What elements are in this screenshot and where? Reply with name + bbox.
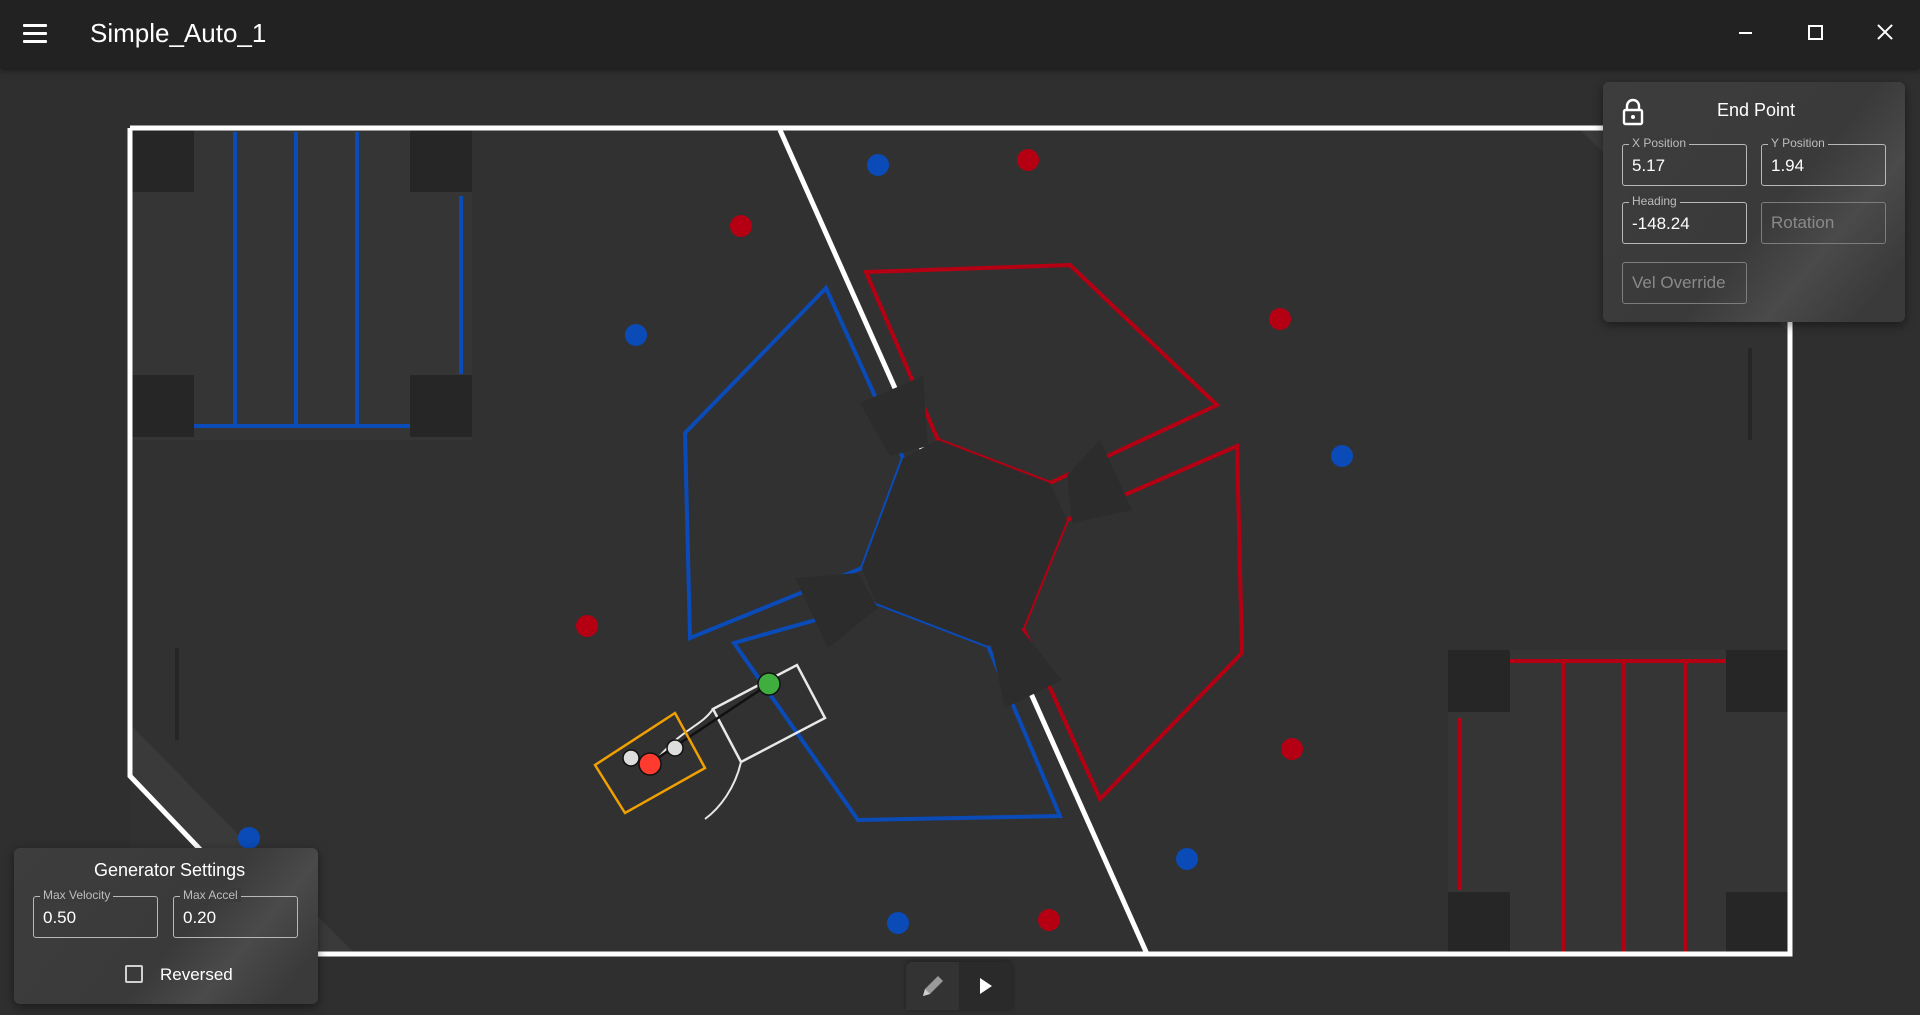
rotation-placeholder: Rotation	[1771, 213, 1835, 232]
control-point[interactable]	[622, 749, 640, 767]
end-point-title: End Point	[1717, 100, 1796, 120]
vel-override-field[interactable]: Vel Override	[1622, 262, 1747, 304]
lock-icon[interactable]	[1621, 98, 1645, 126]
title-bar: Simple_Auto_1	[0, 0, 1920, 68]
play-icon	[980, 978, 992, 994]
minimize-icon[interactable]	[1722, 12, 1768, 52]
generator-settings-title: Generator Settings	[94, 860, 246, 880]
close-icon[interactable]	[1862, 12, 1908, 52]
bottom-toolbar	[906, 962, 1012, 1010]
rotation-field[interactable]: Rotation	[1761, 202, 1886, 244]
max-velocity-value: 0.50	[43, 908, 77, 927]
pencil-icon	[923, 976, 943, 996]
edit-button[interactable]	[906, 962, 959, 1010]
max-accel-value: 0.20	[183, 908, 217, 927]
generator-settings-panel: Generator Settings Max Velocity 0.50 Max…	[14, 848, 318, 1004]
max-velocity-field[interactable]: Max Velocity 0.50	[33, 888, 158, 938]
wall-marker	[1748, 348, 1752, 440]
red-hangar	[1448, 650, 1788, 954]
max-accel-label: Max Accel	[180, 888, 241, 902]
play-button[interactable]	[959, 962, 1012, 1010]
y-position-label: Y Position	[1768, 136, 1828, 150]
reversed-checkbox[interactable]	[125, 965, 143, 983]
start-point[interactable]	[638, 752, 662, 776]
reversed-label: Reversed	[160, 965, 233, 984]
y-position-value: 1.94	[1771, 156, 1805, 175]
end-point-panel: End Point X Position 5.17 Y Position 1.9…	[1603, 82, 1905, 322]
maximize-icon[interactable]	[1792, 12, 1838, 52]
window-title: Simple_Auto_1	[90, 18, 267, 48]
vel-override-placeholder: Vel Override	[1632, 273, 1726, 292]
blue-hangar	[132, 130, 472, 440]
max-velocity-label: Max Velocity	[40, 888, 114, 902]
heading-value: -148.24	[1632, 214, 1690, 233]
heading-field[interactable]: Heading -148.24	[1622, 194, 1747, 244]
control-point[interactable]	[666, 739, 684, 757]
x-position-value: 5.17	[1632, 156, 1666, 175]
x-position-label: X Position	[1629, 136, 1690, 150]
max-accel-field[interactable]: Max Accel 0.20	[173, 888, 298, 938]
y-position-field[interactable]: Y Position 1.94	[1761, 136, 1886, 186]
heading-label: Heading	[1629, 194, 1680, 208]
end-point[interactable]	[757, 672, 781, 696]
hamburger-menu-icon[interactable]	[20, 20, 50, 48]
wall-marker	[175, 648, 179, 740]
x-position-field[interactable]: X Position 5.17	[1622, 136, 1747, 186]
